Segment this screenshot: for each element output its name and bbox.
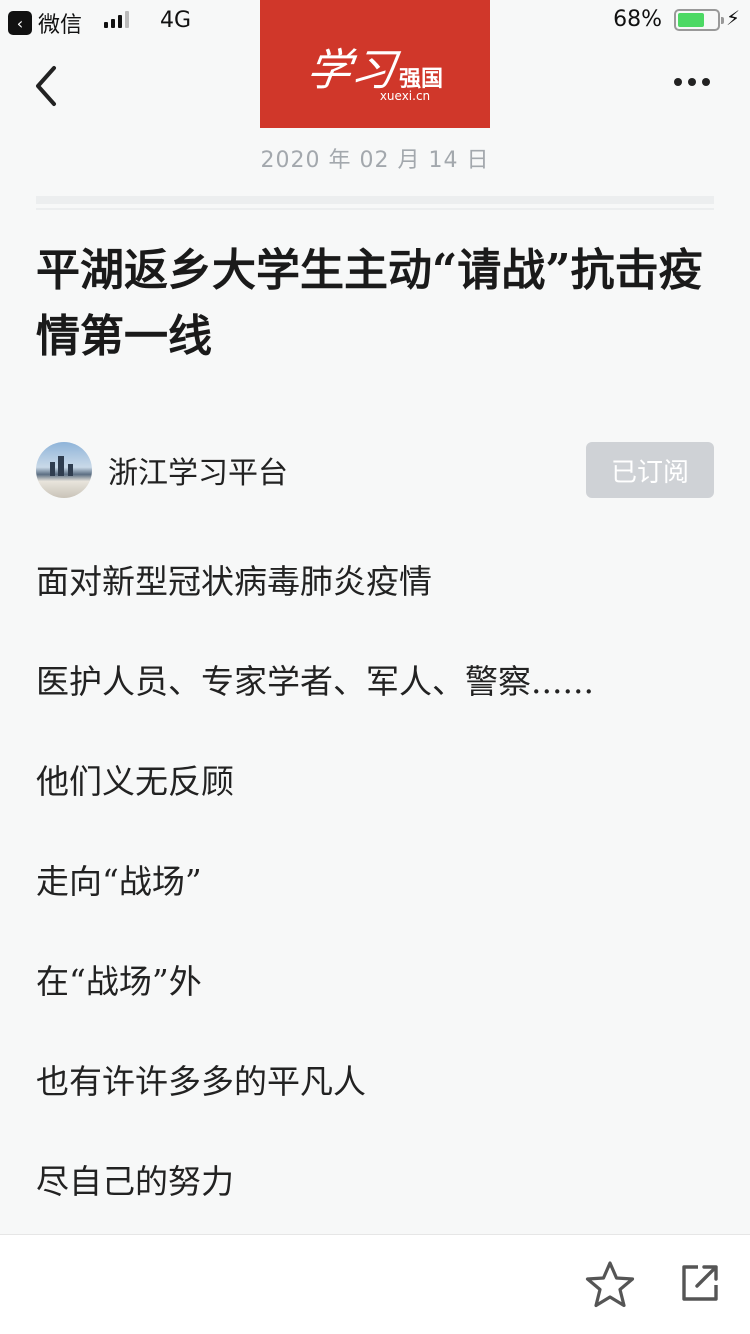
more-icon-dot (688, 78, 696, 86)
author-name[interactable]: 浙江学习平台 (108, 448, 288, 492)
subscribe-button[interactable]: 已订阅 (586, 442, 714, 498)
star-icon[interactable] (584, 1259, 636, 1311)
logo-script: 学习 (303, 45, 399, 96)
battery-percent: 68% (613, 7, 662, 32)
divider (36, 196, 714, 210)
more-button[interactable] (674, 78, 710, 86)
chevron-left-icon (36, 66, 56, 106)
paragraph: 他们义无反顾 (36, 762, 234, 801)
xuexi-logo: 学习 强国 xuexi.cn (260, 0, 490, 128)
charging-icon: ⚡ (725, 6, 740, 30)
paragraph: 医护人员、专家学者、军人、警察...... (36, 662, 594, 701)
article-body: 面对新型冠状病毒肺炎疫情 医护人员、专家学者、军人、警察...... 他们义无反… (36, 552, 726, 1252)
paragraph: 面对新型冠状病毒肺炎疫情 (36, 562, 432, 601)
author-row: 浙江学习平台 已订阅 (36, 442, 714, 498)
back-button[interactable] (30, 64, 66, 108)
article-title: 平湖返乡大学生主动“请战”抗击疫情第一线 (36, 245, 703, 362)
paragraph: 在“战场”外 (36, 962, 202, 1001)
more-icon-dot (702, 78, 710, 86)
bottom-toolbar (0, 1234, 750, 1334)
more-icon-dot (674, 78, 682, 86)
publish-date: 2020 年 02 月 14 日 (260, 148, 490, 173)
paragraph: 也有许许多多的平凡人 (36, 1062, 366, 1101)
battery-icon (674, 9, 724, 31)
avatar[interactable] (36, 442, 92, 498)
share-icon[interactable] (678, 1261, 722, 1305)
paragraph: 走向“战场” (36, 862, 202, 901)
